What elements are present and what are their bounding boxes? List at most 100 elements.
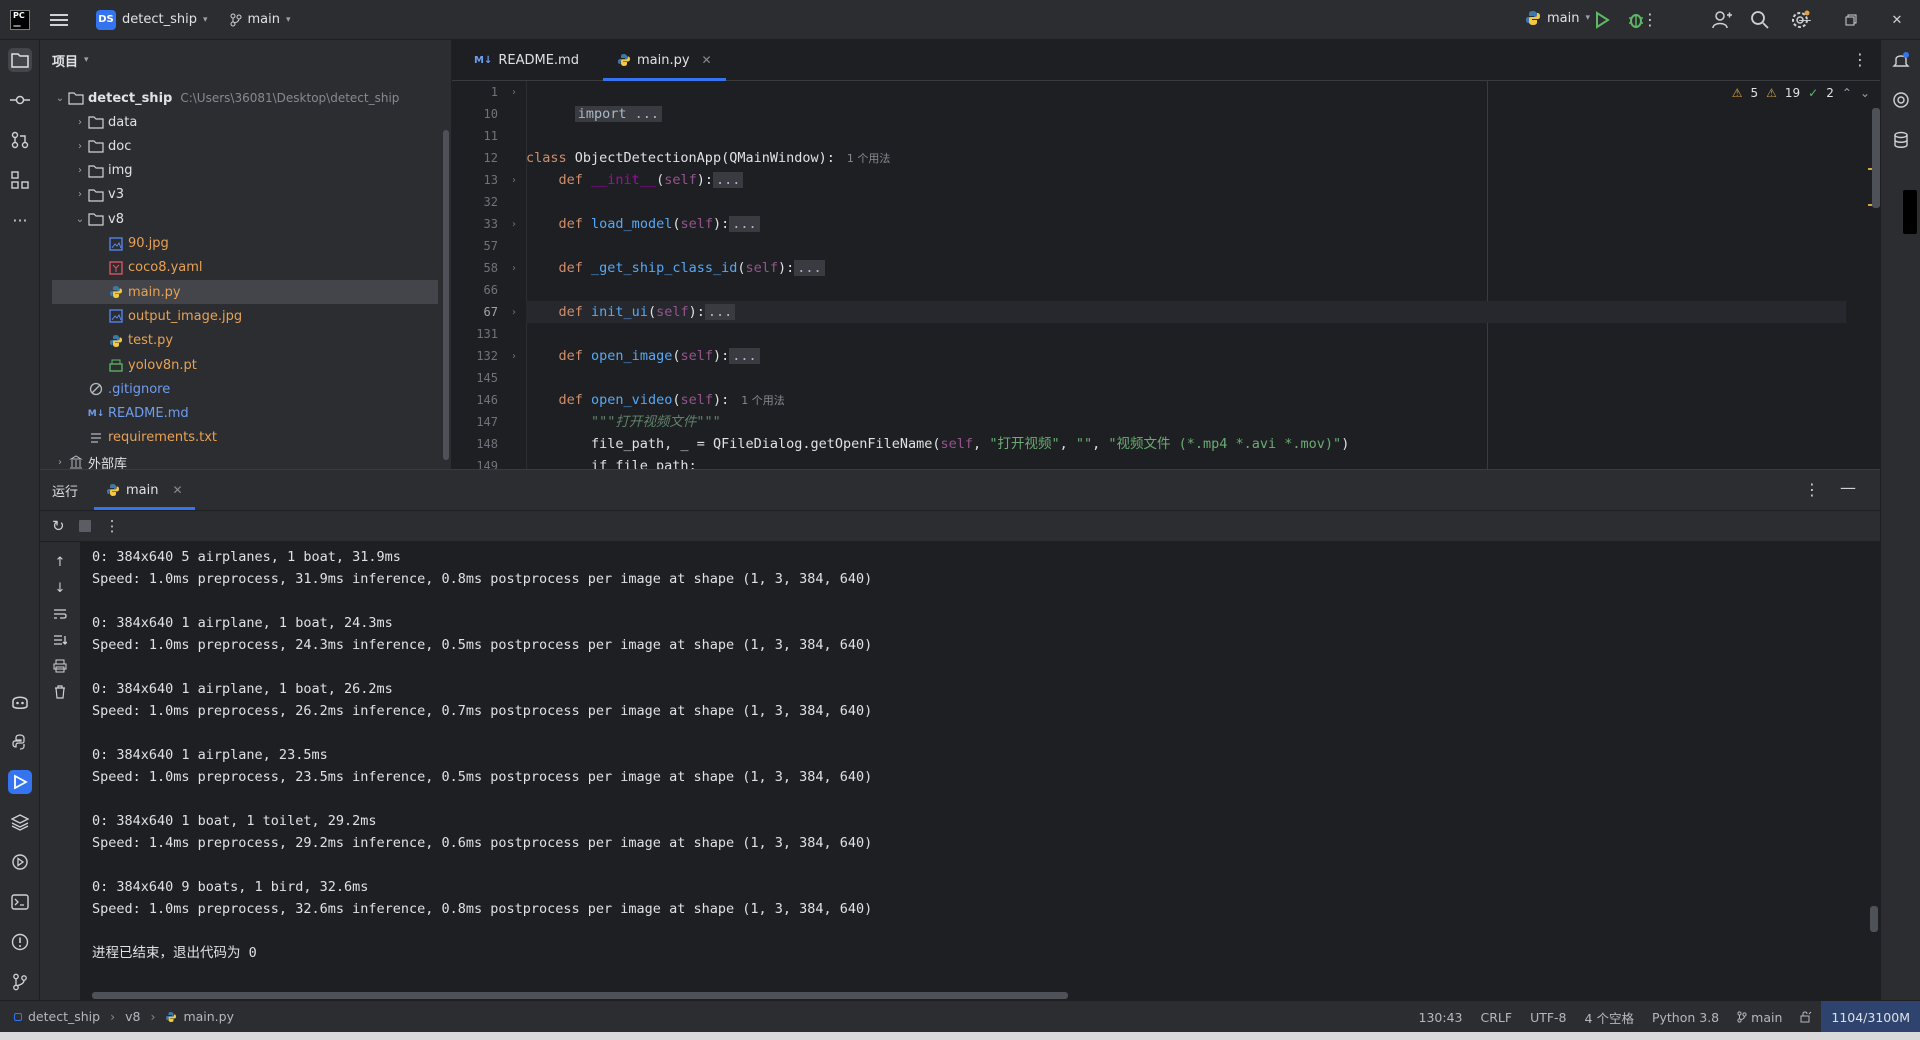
tree-item[interactable]: main.py [52,280,438,305]
file-encoding[interactable]: UTF-8 [1521,1010,1575,1025]
project-tool-button[interactable] [8,48,32,72]
structure-tool-button[interactable] [8,168,32,192]
tree-item[interactable]: › data [40,110,440,134]
chevron-right-icon[interactable]: › [52,457,68,468]
main-menu-button[interactable] [50,13,70,27]
code-line-33[interactable]: def load_model(self):... [526,213,1846,235]
problems-tool-button[interactable] [8,930,32,954]
indent-setting[interactable]: 4 个空格 [1576,1008,1643,1027]
breadcrumb-project[interactable]: detect_ship [28,1009,100,1024]
project-scrollbar[interactable] [443,130,449,460]
notifications-button[interactable] [1889,48,1913,72]
tree-item[interactable]: › img [40,159,440,183]
scroll-to-end-icon[interactable] [50,630,70,650]
folded-body[interactable]: ... [713,172,744,188]
ai-assistant-button[interactable] [1889,88,1913,112]
usage-hint[interactable]: 1 个用法 [741,394,785,407]
arrow-down-icon[interactable]: ↓ [50,578,70,598]
folded-imports[interactable]: import ... [574,106,663,122]
print-icon[interactable] [50,656,70,676]
tree-item[interactable]: 90.jpg [40,232,440,256]
git-branch-widget[interactable]: main [1728,1010,1791,1025]
code-line-58[interactable]: def _get_ship_class_id(self):... [526,257,1846,279]
soft-wrap-icon[interactable] [50,604,70,624]
lock-icon[interactable] [1791,1011,1821,1023]
services-tool-button[interactable] [8,850,32,874]
minimize-button[interactable]: — [1782,0,1828,40]
pull-requests-button[interactable] [8,128,32,152]
more-tools-icon[interactable]: ··· [8,208,32,232]
branch-switcher[interactable]: main ▾ [230,12,291,27]
run-options-icon[interactable]: ⋮ [1804,480,1820,499]
caret-position[interactable]: 130:43 [1410,1010,1472,1025]
commit-tool-button[interactable] [8,88,32,112]
code-line-12[interactable]: class ObjectDetectionApp(QMainWindow): 1 … [526,147,1846,169]
chevron-right-icon[interactable]: › [72,165,88,176]
line-separator[interactable]: CRLF [1471,1010,1521,1025]
folded-body[interactable]: ... [794,260,825,276]
folded-body[interactable]: ... [729,348,760,364]
restore-button[interactable] [1828,0,1874,40]
code-line-146[interactable]: def open_video(self): 1 个用法 [526,389,1846,411]
project-panel-header[interactable]: 项目 ▾ [40,40,451,80]
close-icon[interactable]: ✕ [702,53,712,67]
tree-root[interactable]: ⌄ detect_ship C:\Users\36081\Desktop\det… [40,86,440,110]
console-hscrollbar[interactable] [92,992,1068,999]
tree-item[interactable]: .gitignore [40,377,440,401]
project-switcher[interactable]: DS detect_ship ▾ [96,9,208,30]
usage-hint[interactable]: 1 个用法 [847,152,891,165]
side-handle[interactable] [1903,190,1917,234]
tree-item[interactable]: ⌄ v8 [40,207,440,231]
fold-toggle-icon[interactable]: › [512,263,516,274]
close-window-button[interactable]: ✕ [1874,0,1920,40]
tree-item[interactable]: coco8.yaml [40,256,440,280]
fold-toggle-icon[interactable]: › [512,175,516,186]
trash-icon[interactable] [50,682,70,702]
python-console-button[interactable] [8,730,32,754]
tree-item[interactable]: › doc [40,134,440,158]
code-line-13[interactable]: def __init__(self):... [526,169,1846,191]
tree-item[interactable]: output_image.jpg [40,304,440,328]
more-actions-icon[interactable]: ⋮ [1642,10,1658,29]
hide-panel-icon[interactable]: — [1840,478,1856,497]
arrow-up-icon[interactable]: ↑ [50,552,70,572]
code-line-148[interactable]: file_path, _ = QFileDialog.getOpenFileNa… [526,433,1846,455]
tree-item[interactable]: requirements.txt [40,426,440,450]
chevron-right-icon[interactable]: › [72,189,88,200]
inspection-indicators[interactable]: ⚠ 5 ⚠ 19 ✓ 2 ⌃ ⌄ [1732,86,1870,100]
tree-item[interactable]: M↓ README.md [40,402,440,426]
code-view[interactable]: import ... class ObjectDetectionApp(QMai… [526,81,1846,469]
memory-indicator[interactable]: 1104/3100M [1821,1001,1920,1033]
breadcrumb-file[interactable]: main.py [183,1009,234,1024]
chevron-down-icon[interactable]: ⌄ [1860,86,1870,100]
tab-main-py[interactable]: main.py ✕ [602,40,726,81]
close-icon[interactable]: ✕ [173,483,183,497]
code-line-149[interactable]: if file_path: [526,455,1846,469]
tab-readme[interactable]: M↓ README.md [460,40,593,80]
python-interpreter[interactable]: Python 3.8 [1643,1010,1728,1025]
terminal-tool-button[interactable] [8,890,32,914]
search-button[interactable] [1750,10,1770,30]
tree-item[interactable]: test.py [40,329,440,353]
run-tab-main[interactable]: main ✕ [94,470,195,510]
code-line-67[interactable]: def init_ui(self):... [526,301,1846,323]
fold-toggle-icon[interactable]: › [512,87,516,98]
code-line-1[interactable]: import ... [526,81,1846,122]
fold-toggle-icon[interactable]: › [512,351,516,362]
chevron-up-icon[interactable]: ⌃ [1842,86,1852,100]
git-tool-button[interactable] [8,970,32,994]
console-output[interactable]: 0: 384x640 5 airplanes, 1 boat, 31.9ms Sp… [92,546,1812,986]
folded-body[interactable]: ... [729,216,760,232]
console-vscrollbar[interactable] [1870,906,1878,932]
tab-options-icon[interactable]: ⋮ [1852,50,1868,69]
chevron-right-icon[interactable]: › [72,141,88,152]
folded-body[interactable]: ... [704,304,736,320]
copilot-tool-button[interactable] [8,690,32,714]
database-button[interactable] [1889,128,1913,152]
rerun-icon[interactable]: ↻ [52,517,65,535]
fold-toggle-icon[interactable]: › [512,219,516,230]
editor-scrollbar[interactable] [1872,108,1880,208]
code-line-132[interactable]: def open_image(self):... [526,345,1846,367]
tree-item[interactable]: yolov8n.pt [40,353,440,377]
chevron-right-icon[interactable]: › [72,117,88,128]
